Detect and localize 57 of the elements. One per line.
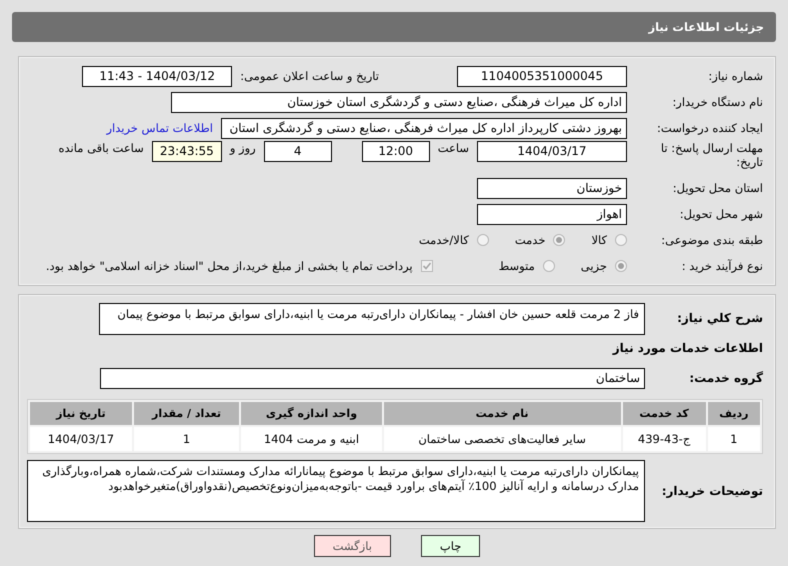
contact-link[interactable]: اطلاعات تماس خریدار bbox=[106, 121, 213, 135]
field-label: استان محل تحویل: bbox=[672, 181, 763, 195]
field-label: شرح کلي نیاز: bbox=[676, 310, 763, 325]
field-label: ایجاد کننده درخواست: bbox=[656, 121, 763, 135]
days-label: روز و bbox=[230, 141, 256, 155]
field-label: نام دستگاه خریدار: bbox=[671, 95, 763, 109]
field-label: شهر محل تحویل: bbox=[678, 207, 763, 221]
time-label: ساعت bbox=[438, 141, 469, 155]
table-cell: 1 bbox=[708, 427, 760, 451]
column-header: تاریخ نیاز bbox=[30, 402, 132, 425]
description-field: فاز 2 مرمت قلعه حسین خان افشار - پیمانکاران دارای‌رتبه مرمت یا ابنیه،دارای سوابق مرتبط با موضوع پیمان bbox=[99, 303, 645, 335]
section-heading: اطلاعات خدمات مورد نیاز bbox=[611, 341, 763, 355]
field-label: نوع فرآیند خرید : bbox=[680, 259, 763, 273]
service-group-field: ساختمان bbox=[100, 368, 645, 388]
page-header: جزئیات اطلاعات نیاز bbox=[12, 12, 776, 42]
need-number-field: 1104005351000045 bbox=[457, 66, 627, 86]
radio-button[interactable] bbox=[553, 234, 566, 246]
payment-note: پرداخت تمام یا بخشی از مبلغ خرید،از محل "اسناد خزانه اسلامی" خواهد بود. bbox=[46, 259, 413, 273]
radio-label: کالا bbox=[591, 233, 607, 247]
radio-label: خدمت bbox=[514, 233, 546, 247]
announce-date-field: 1404/03/12 - 11:43 bbox=[82, 66, 232, 86]
field-label: مهلت ارسال پاسخ: تا تاریخ: bbox=[660, 141, 763, 169]
radio-label: جزیی bbox=[580, 259, 607, 273]
checkbox[interactable] bbox=[420, 260, 433, 272]
buyer-notes-field: پیمانکاران دارای‌رتبه مرمت یا ابنیه،دارای سوابق مرتبط با موضوع پیمانارائه مدارک ومستندات شرکت،شماره همراه،وبارگذاری مدارک درسامانه و ارایه آنالیز 100٪ آیتم‌های براورد قیمت -باتوجه‌به‌میزان‌ونوع‌تخصیص(نقدواوراق)متغیرخواهدبود bbox=[27, 460, 645, 522]
column-header: واحد اندازه گیری bbox=[241, 402, 382, 425]
column-header: تعداد / مقدار bbox=[134, 402, 240, 425]
field-label: توضیحات خریدار: bbox=[660, 484, 763, 498]
deadline-date-field: 1404/03/17 bbox=[477, 141, 627, 162]
table-cell: ج-43-439 bbox=[622, 427, 706, 451]
column-header: کد خدمت bbox=[622, 402, 706, 425]
days-field: 4 bbox=[264, 141, 332, 162]
radio-label: کالا/خدمت bbox=[418, 233, 469, 247]
city-field: اهواز bbox=[477, 204, 627, 224]
table-cell: سایر فعالیت‌های تخصصی ساختمان bbox=[384, 427, 621, 451]
remaining-time-field: 23:43:55 bbox=[152, 141, 222, 162]
remaining-label: ساعت باقی مانده bbox=[58, 141, 144, 155]
column-header: ردیف bbox=[708, 402, 760, 425]
back-button[interactable]: بازگشت bbox=[314, 535, 391, 557]
field-label: تاریخ و ساعت اعلان عمومی: bbox=[240, 69, 379, 83]
time-field: 12:00 bbox=[362, 141, 430, 162]
table-cell: 1 bbox=[134, 427, 240, 451]
column-header: نام خدمت bbox=[384, 402, 621, 425]
field-label: طبقه بندی موضوعی: bbox=[660, 233, 763, 247]
field-label: گروه خدمت: bbox=[688, 371, 763, 385]
buyer-field: اداره کل میراث فرهنگی ،صنایع دستی و گردشگری استان خوزستان bbox=[171, 92, 627, 112]
field-label: شماره نیاز: bbox=[707, 69, 763, 83]
radio-button[interactable] bbox=[542, 260, 555, 272]
table-cell: ابنیه و مرمت 1404 bbox=[241, 427, 382, 451]
print-button[interactable]: چاپ bbox=[420, 535, 480, 557]
creator-field: بهروز دشتی کارپرداز اداره کل میراث فرهنگی ،صنایع دستی و گردشگری استان bbox=[221, 118, 627, 138]
radio-button[interactable] bbox=[615, 260, 627, 272]
radio-button[interactable] bbox=[476, 234, 489, 246]
radio-label: متوسط bbox=[498, 259, 535, 273]
table-cell: 1404/03/17 bbox=[30, 427, 132, 451]
province-field: خوزستان bbox=[477, 178, 627, 198]
radio-button[interactable] bbox=[615, 234, 627, 246]
